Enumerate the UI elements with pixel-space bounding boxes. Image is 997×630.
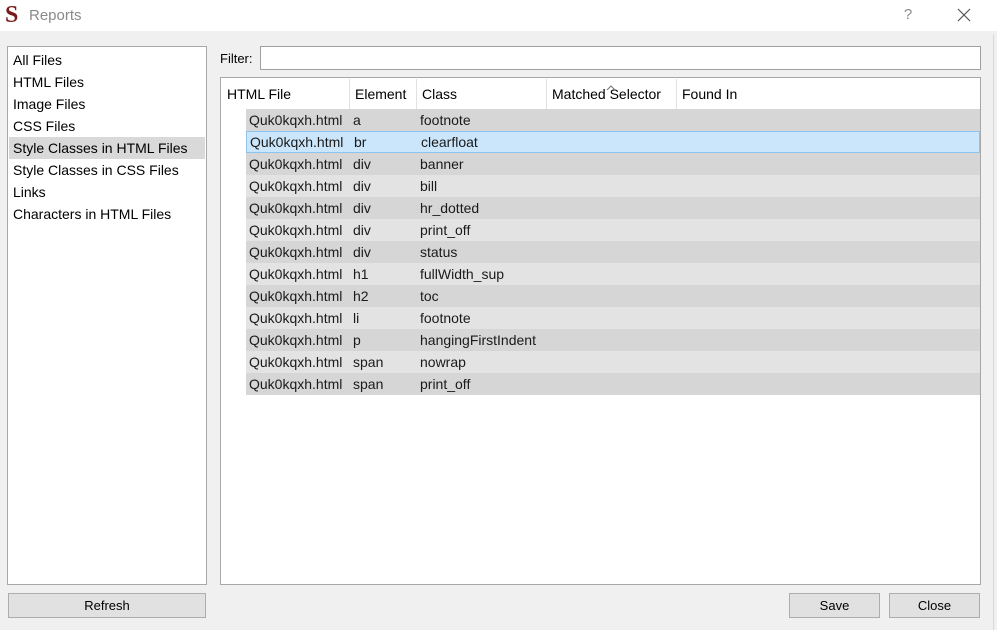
table-row[interactable]: Quk0kqxh.html span nowrap [246,351,980,373]
cell-element: a [353,112,361,128]
cell-class: status [420,244,458,260]
report-item-style-classes-css[interactable]: Style Classes in CSS Files [9,159,205,181]
table-row[interactable]: Quk0kqxh.html div print_off [246,219,980,241]
sort-ascending-icon [606,78,616,91]
help-button[interactable]: ? [900,5,916,25]
cell-html-file: Quk0kqxh.html [249,288,343,304]
cell-class: hangingFirstIndent [420,332,536,348]
cell-element: div [353,178,371,194]
cell-element: div [353,244,371,260]
cell-html-file: Quk0kqxh.html [249,200,343,216]
refresh-button[interactable]: Refresh [8,593,206,618]
report-type-list: All Files HTML Files Image Files CSS Fil… [7,46,207,585]
table-row[interactable]: Quk0kqxh.html li footnote [246,307,980,329]
cell-element: br [354,134,367,150]
app-logo-icon: S [5,2,19,28]
report-item-all-files[interactable]: All Files [9,49,205,71]
cell-element: li [353,310,360,326]
column-header-html-file[interactable]: HTML File [222,79,350,109]
cell-html-file: Quk0kqxh.html [249,222,343,238]
results-table: HTML File Element Class Matched Selector… [220,77,981,585]
title-bar: S Reports ? [0,0,997,31]
cell-html-file: Quk0kqxh.html [250,134,344,150]
cell-html-file: Quk0kqxh.html [249,112,343,128]
cell-html-file: Quk0kqxh.html [249,332,343,348]
cell-html-file: Quk0kqxh.html [249,266,343,282]
table-row[interactable]: Quk0kqxh.html div hr_dotted [246,197,980,219]
table-row[interactable]: Quk0kqxh.html div banner [246,153,980,175]
cell-html-file: Quk0kqxh.html [249,178,343,194]
cell-class: hr_dotted [420,200,480,216]
cell-html-file: Quk0kqxh.html [249,244,343,260]
cell-element: div [353,156,371,172]
filter-label: Filter: [220,51,253,66]
table-row[interactable]: Quk0kqxh.html br clearfloat [246,131,980,153]
close-window-icon[interactable] [955,6,973,24]
report-item-characters-html[interactable]: Characters in HTML Files [9,203,205,225]
cell-class: toc [420,288,439,304]
cell-element: span [353,354,384,370]
cell-class: print_off [420,222,471,238]
cell-html-file: Quk0kqxh.html [249,354,343,370]
cell-class: clearfloat [421,134,478,150]
cell-class: bill [420,178,438,194]
table-row[interactable]: Quk0kqxh.html h2 toc [246,285,980,307]
save-button[interactable]: Save [789,593,880,618]
column-header-element[interactable]: Element [350,79,417,109]
cell-html-file: Quk0kqxh.html [249,376,343,392]
window-title: Reports [29,7,82,24]
cell-html-file: Quk0kqxh.html [249,310,343,326]
table-row[interactable]: Quk0kqxh.html div status [246,241,980,263]
table-row[interactable]: Quk0kqxh.html p hangingFirstIndent [246,329,980,351]
table-row[interactable]: Quk0kqxh.html span print_off [246,373,980,395]
cell-element: div [353,200,371,216]
cell-class: fullWidth_sup [420,266,505,282]
cell-class: nowrap [420,354,466,370]
cell-class: print_off [420,376,471,392]
column-header-found-in[interactable]: Found In [677,79,980,109]
report-item-html-files[interactable]: HTML Files [9,71,205,93]
cell-element: h1 [353,266,369,282]
filter-input[interactable] [260,46,981,70]
cell-element: h2 [353,288,369,304]
table-row[interactable]: Quk0kqxh.html h1 fullWidth_sup [246,263,980,285]
cell-class: footnote [420,310,471,326]
column-header-class[interactable]: Class [417,79,547,109]
table-row[interactable]: Quk0kqxh.html div bill [246,175,980,197]
cell-element: p [353,332,361,348]
report-item-links[interactable]: Links [9,181,205,203]
report-item-style-classes-html[interactable]: Style Classes in HTML Files [9,137,205,159]
cell-element: div [353,222,371,238]
cell-html-file: Quk0kqxh.html [249,156,343,172]
report-item-image-files[interactable]: Image Files [9,93,205,115]
report-item-css-files[interactable]: CSS Files [9,115,205,137]
window-edge [993,34,997,630]
cell-element: span [353,376,384,392]
table-row[interactable]: Quk0kqxh.html a footnote [246,109,980,131]
cell-class: footnote [420,112,471,128]
cell-class: banner [420,156,464,172]
close-button[interactable]: Close [889,593,980,618]
